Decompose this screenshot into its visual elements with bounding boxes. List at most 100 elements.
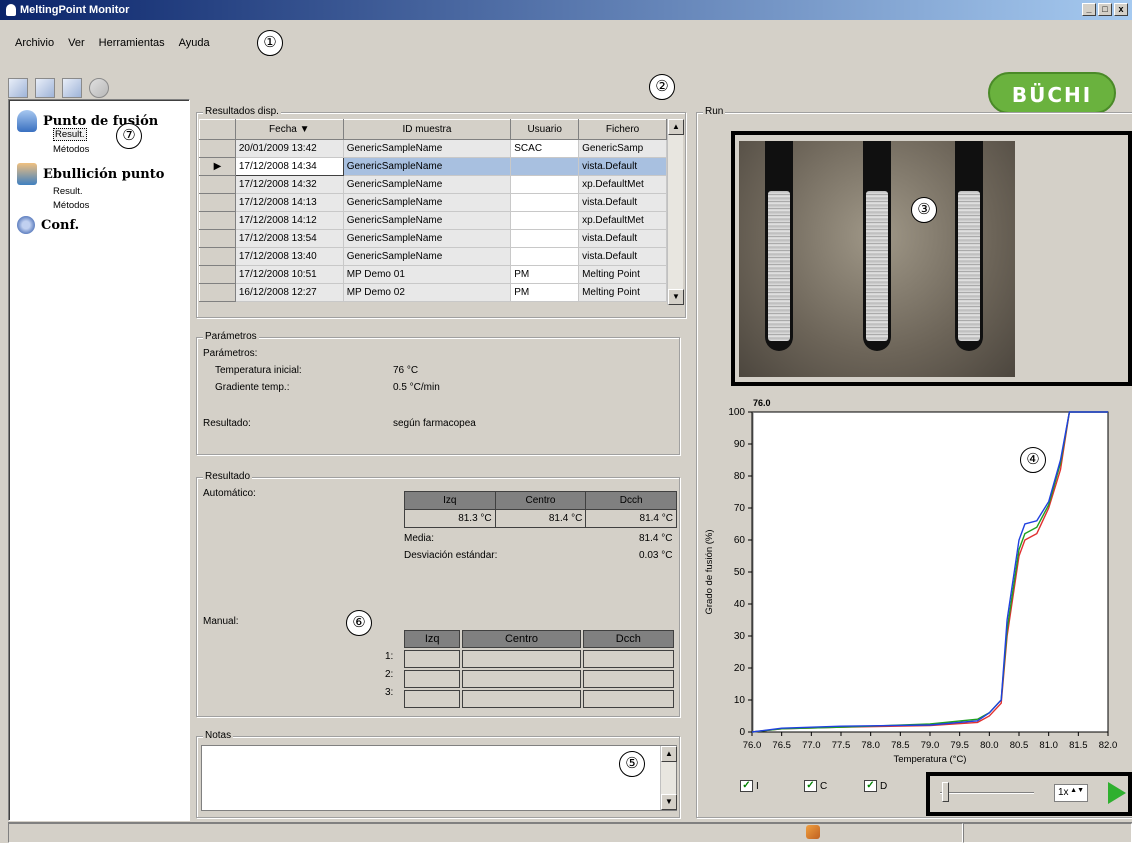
col-header-date[interactable]: Fecha ▼ [234,119,344,140]
playback-controls: 1x ▲▼ [926,772,1132,816]
nav-melting-result[interactable]: Result. [53,128,87,141]
navigation-sidebar: Punto de fusión Result. Métodos Ebullici… [8,99,190,821]
row-pointer-icon[interactable]: ▶ [199,157,236,176]
channel-left-label: I [756,780,759,792]
row-header[interactable] [199,175,236,194]
nav-boiling-methods[interactable]: Métodos [53,200,89,211]
cell-sample: GenericSampleName [342,247,512,266]
mean-label: Media: [404,533,435,544]
nav-boiling-title: Ebullición punto [43,166,165,182]
speed-spinner[interactable]: 1x ▲▼ [1054,784,1088,802]
scroll-down-icon[interactable]: ▼ [668,289,684,305]
cell-user [510,211,580,230]
table-row[interactable]: 17/12/2008 14:12 GenericSampleName xp.Defa… [199,211,667,230]
menu-herramientas[interactable]: Herramientas [92,34,172,52]
plot-area [751,411,1109,733]
channel-center-checkbox[interactable]: ✓ C [804,780,827,792]
row-header[interactable] [199,193,236,212]
manual-cell[interactable] [404,670,461,688]
export-icon[interactable] [35,78,55,98]
title-bar: MeltingPoint Monitor _ □ x [0,0,1132,20]
channel-right-checkbox[interactable]: ✓ D [864,780,887,792]
playback-slider-thumb[interactable] [942,782,949,802]
row-header[interactable] [199,139,236,158]
nav-boiling-point[interactable]: Ebullición punto [17,163,164,185]
col-header-user[interactable]: Usuario [510,119,580,140]
x-tick-label: 76.5 [772,740,791,751]
boiling-icon [17,163,37,185]
y-axis-label: Grado de fusión (%) [704,529,715,614]
scroll-up-icon[interactable]: ▲ [668,119,684,135]
table-row[interactable]: 16/12/2008 12:27 MP Demo 02 PM Melting Poin… [199,283,667,302]
gear-icon [17,216,35,234]
cell-user [510,157,580,176]
manual-cell[interactable] [582,650,674,668]
nav-conf[interactable]: Conf. [17,216,79,234]
cell-user: PM [510,265,580,284]
play-icon[interactable] [1108,782,1126,804]
row-header[interactable] [199,229,236,248]
y-tick-label: 60 [734,535,746,546]
manual-cell[interactable] [404,690,461,708]
playback-slider-track[interactable] [940,792,1034,794]
row-header[interactable] [199,247,236,266]
table-row[interactable]: 17/12/2008 13:40 GenericSampleName vista.D… [199,247,667,266]
menu-ayuda[interactable]: Ayuda [172,34,217,52]
cell-file: xp.DefaultMet [578,211,667,230]
spin-arrows-icon[interactable]: ▲▼ [1070,787,1084,794]
results-scrollbar[interactable]: ▲ ▼ [667,119,684,305]
menu-ver[interactable]: Ver [61,34,92,52]
table-row[interactable]: 17/12/2008 10:51 MP Demo 01 PM Melting Poin… [199,265,667,284]
mean-value: 81.4 °C [639,533,673,544]
settings-icon[interactable] [89,78,109,98]
col-header-sample[interactable]: ID muestra [342,119,512,140]
manual-cell[interactable] [582,690,674,708]
auto-center-value: 81.4 °C [494,509,587,528]
result-method-label: Resultado: [203,418,251,429]
table-row[interactable]: 17/12/2008 14:13 GenericSampleName vista.D… [199,193,667,212]
nav-boiling-result[interactable]: Result. [53,186,83,197]
scroll-down-icon[interactable]: ▼ [661,794,677,810]
menu-archivio[interactable]: Archivio [8,34,61,52]
notes-textarea[interactable] [201,745,677,811]
x-tick-label: 81.5 [1069,740,1088,751]
maximize-button[interactable]: □ [1098,3,1112,16]
x-axis-label: Temperatura (°C) [894,754,967,765]
minimize-button[interactable]: _ [1082,3,1096,16]
cell-user: PM [510,283,580,302]
run-group-title: Run [703,106,726,117]
manual-cell[interactable] [462,690,581,708]
scroll-up-icon[interactable]: ▲ [661,746,677,762]
row-header[interactable] [199,265,236,284]
col-right: Dcch [585,491,677,510]
channel-left-checkbox[interactable]: ✓ I [740,780,759,792]
col-header-file[interactable]: Fichero [578,119,667,140]
compare-icon[interactable] [62,78,82,98]
table-row[interactable]: ▶ 17/12/2008 14:34 GenericSampleName vista.… [199,157,667,176]
checkbox-mark-icon: ✓ [740,780,753,792]
manual-cell[interactable] [582,670,674,688]
manual-cell[interactable] [462,650,581,668]
status-bar [8,822,1132,843]
results-group-title: Resultados disp. [203,106,281,117]
table-row[interactable]: 20/01/2009 13:42 GenericSampleName SCAC Gen… [199,139,667,158]
x-tick-label: 81.0 [1039,740,1058,751]
cell-file: Melting Point [578,283,667,302]
cell-sample: GenericSampleName [342,193,512,212]
cell-date: 17/12/2008 14:13 [234,193,344,212]
parameters-group-title: Parámetros [203,331,259,342]
notes-scrollbar[interactable]: ▲ ▼ [660,746,677,810]
manual-cell[interactable] [462,670,581,688]
callout-3: ③ [911,197,937,223]
y-tick-label: 50 [734,567,746,578]
row-header[interactable] [199,211,236,230]
table-row[interactable]: 17/12/2008 13:54 GenericSampleName vista.D… [199,229,667,248]
nav-melting-methods[interactable]: Métodos [53,144,89,155]
menu-bar: Archivio Ver Herramientas Ayuda [0,34,217,52]
close-button[interactable]: x [1114,3,1128,16]
table-row[interactable]: 17/12/2008 14:32 GenericSampleName xp.Defa… [199,175,667,194]
report-icon[interactable] [8,78,28,98]
y-tick-label: 30 [734,631,746,642]
manual-cell[interactable] [404,650,461,668]
row-header[interactable] [199,283,236,302]
